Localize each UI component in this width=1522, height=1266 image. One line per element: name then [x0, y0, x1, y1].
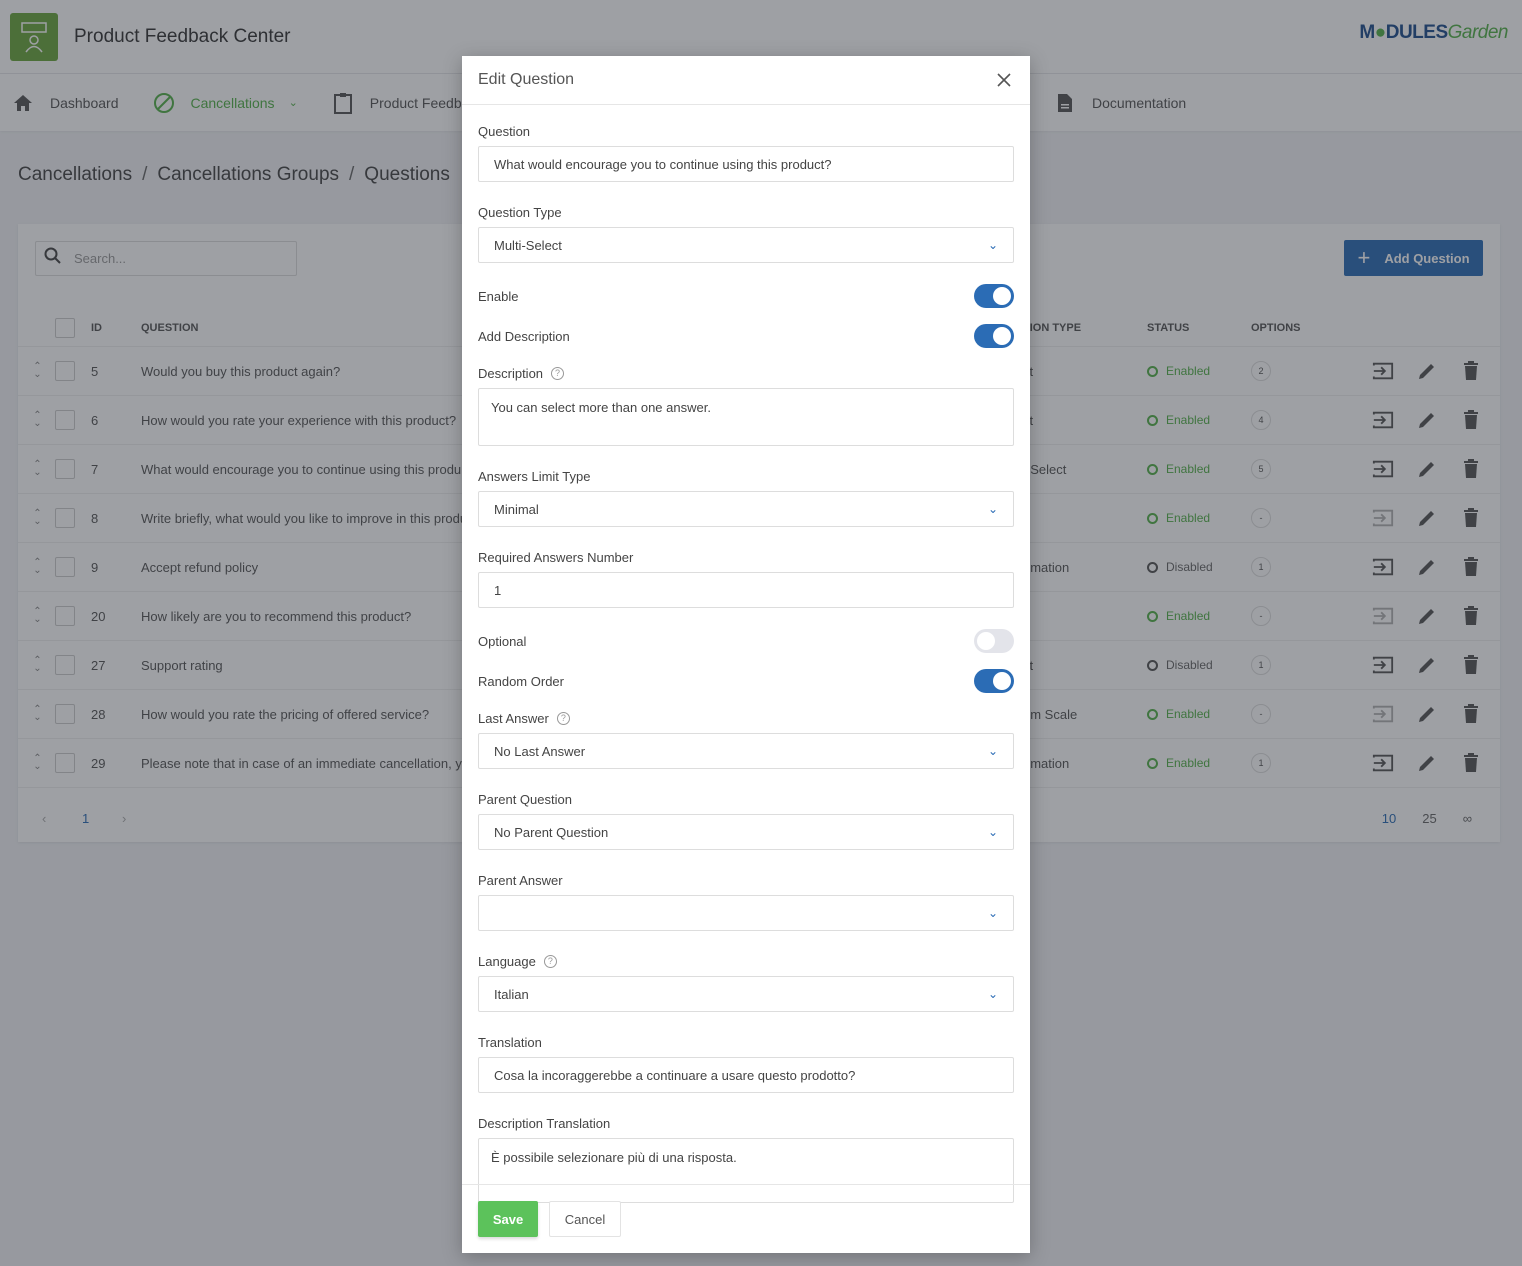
chevron-down-icon: ⌄ — [987, 744, 998, 758]
chevron-down-icon: ⌄ — [987, 825, 998, 839]
page: Product Feedback Center M●DULESGarden Da… — [0, 0, 1522, 1266]
answers-limit-type-label: Answers Limit Type — [478, 468, 591, 484]
parent-question-select[interactable]: No Parent Question ⌄ — [478, 814, 1014, 850]
close-icon[interactable] — [994, 70, 1014, 90]
last-answer-label: Last Answer — [478, 710, 549, 726]
question-type-select[interactable]: Multi-Select ⌄ — [478, 227, 1014, 263]
answers-limit-type-select[interactable]: Minimal ⌄ — [478, 491, 1014, 527]
edit-question-modal: Edit Question Question What would encour… — [462, 56, 1030, 1253]
random-order-label: Random Order — [478, 673, 564, 689]
optional-label: Optional — [478, 633, 527, 649]
translation-input[interactable]: Cosa la incoraggerebbe a continuare a us… — [478, 1057, 1014, 1093]
required-answers-label: Required Answers Number — [478, 549, 634, 565]
question-input[interactable]: What would encourage you to continue usi… — [478, 146, 1014, 182]
chevron-down-icon: ⌄ — [987, 502, 998, 516]
question-label: Question — [478, 123, 531, 139]
description-label: Description — [478, 365, 544, 381]
enable-toggle[interactable] — [974, 284, 1014, 308]
question-type-label: Question Type — [478, 204, 562, 220]
cancel-button[interactable]: Cancel — [549, 1201, 621, 1237]
description-textarea[interactable]: You can select more than one answer. — [478, 388, 1014, 446]
help-icon[interactable]: ? — [543, 954, 557, 968]
help-icon[interactable]: ? — [551, 366, 565, 380]
parent-question-label: Parent Question — [478, 791, 572, 807]
chevron-down-icon: ⌄ — [987, 987, 998, 1001]
save-button[interactable]: Save — [478, 1201, 538, 1237]
translation-label: Translation — [478, 1034, 542, 1050]
chevron-down-icon: ⌄ — [987, 238, 998, 252]
help-icon[interactable]: ? — [556, 711, 570, 725]
add-description-label: Add Description — [478, 328, 570, 344]
parent-answer-label: Parent Answer — [478, 872, 563, 888]
parent-answer-select[interactable]: ⌄ — [478, 895, 1014, 931]
optional-toggle[interactable] — [974, 629, 1014, 653]
language-label: Language — [478, 953, 536, 969]
description-translation-label: Description Translation — [478, 1115, 611, 1131]
add-description-toggle[interactable] — [974, 324, 1014, 348]
required-answers-input[interactable]: 1 — [478, 572, 1014, 608]
enable-label: Enable — [478, 288, 519, 304]
last-answer-select[interactable]: No Last Answer ⌄ — [478, 733, 1014, 769]
random-order-toggle[interactable] — [974, 669, 1014, 693]
language-select[interactable]: Italian ⌄ — [478, 976, 1014, 1012]
chevron-down-icon: ⌄ — [987, 906, 998, 920]
modal-title: Edit Question — [478, 71, 575, 88]
